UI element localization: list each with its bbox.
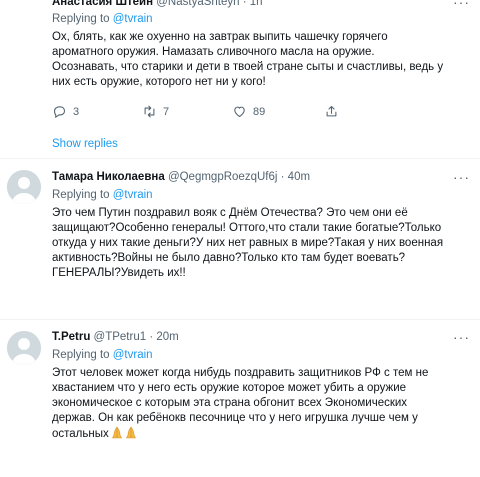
tweet[interactable]: Тамара Николаевна @QegmgpRoezqUf6j · 40m… <box>0 159 480 319</box>
separator-dot: · <box>280 171 285 183</box>
author-name[interactable]: Анастасия Штейн <box>52 0 153 8</box>
default-profile-icon <box>7 331 41 365</box>
tweet-text-line: защищают?Особенно генералы! Оттого,что с… <box>52 222 442 234</box>
avatar[interactable] <box>7 170 41 204</box>
tweet-text-line: ароматного оружия. Намазать сливочного м… <box>52 46 375 58</box>
tweet-text-line: хвастанием что у него есть оружие которо… <box>52 382 407 394</box>
retweet-button[interactable]: 7 <box>142 104 169 119</box>
reply-count: 3 <box>73 105 80 118</box>
tweet-header: Тамара Николаевна @QegmgpRoezqUf6j · 40m <box>52 171 310 183</box>
tweet-text-line: Этот человек может когда нибудь поздрави… <box>52 367 429 379</box>
retweet-icon <box>144 105 155 118</box>
share-button[interactable] <box>324 104 345 119</box>
tweet-text-line: ГЕНЕРАЛЫ?Увидеть их!! <box>52 267 186 279</box>
author-handle[interactable]: @NastyaShteyn <box>156 0 239 8</box>
reply-button[interactable]: 3 <box>52 104 79 119</box>
replying-prefix: Replying to <box>52 189 110 201</box>
tweet-text-tail: остальных <box>52 428 109 440</box>
tweet[interactable]: Анастасия Штейн @NastyaShteyn · 1h ··· R… <box>0 0 480 158</box>
separator-dot: · <box>149 331 154 343</box>
tweet-header: T.Petru @TPetru1 · 20m <box>52 331 179 343</box>
replying-prefix: Replying to <box>52 349 110 361</box>
tweet-text: Это чем Путин поздравил вояк с Днём Отеч… <box>52 206 472 281</box>
avatar[interactable] <box>7 331 41 365</box>
tweet-text-line: откуда у них такие деньги?У них нет равн… <box>52 237 444 249</box>
like-button[interactable]: 89 <box>232 104 265 119</box>
replying-to: Replying to @tvrain <box>52 349 153 361</box>
default-profile-icon <box>7 170 41 204</box>
replying-to: Replying to @tvrain <box>52 13 153 25</box>
tweet[interactable]: T.Petru @TPetru1 · 20m ··· Replying to @… <box>0 320 480 477</box>
more-options-icon[interactable]: ··· <box>453 329 470 345</box>
like-count: 89 <box>253 105 266 118</box>
replying-mention-link[interactable]: @tvrain <box>113 13 153 25</box>
author-handle[interactable]: @QegmgpRoezqUf6j <box>168 171 277 183</box>
tweet-text-line: экономическое с которым эта страна обгон… <box>52 397 408 409</box>
tweet-text: Ох, блять, как же охуенно на завтрак вып… <box>52 30 472 90</box>
retweet-count: 7 <box>163 105 170 118</box>
more-options-icon[interactable]: ··· <box>453 0 470 10</box>
author-name[interactable]: T.Petru <box>52 331 90 343</box>
tweet-text-line: держав. Он как ребёнокв песочнице что у … <box>52 412 418 424</box>
tweet-text: Этот человек может когда нибудь поздрави… <box>52 366 472 442</box>
tweet-text-line: них есть оружие, которого нет ни у кого! <box>52 76 266 88</box>
replying-to: Replying to @tvrain <box>52 189 153 201</box>
tweet-time[interactable]: 40m <box>288 171 310 183</box>
tweet-text-line: Это чем Путин поздравил вояк с Днём Отеч… <box>52 207 408 219</box>
heart-icon <box>234 106 245 118</box>
reply-icon <box>53 106 66 119</box>
replying-prefix: Replying to <box>52 13 110 25</box>
separator-dot: · <box>242 0 247 8</box>
author-handle[interactable]: @TPetru1 <box>94 331 147 343</box>
tweet-text-line: активность?Войны не было давно?Только кт… <box>52 252 406 264</box>
author-name[interactable]: Тамара Николаевна <box>52 171 165 183</box>
replying-mention-link[interactable]: @tvrain <box>113 349 153 361</box>
tweet-time[interactable]: 1h <box>250 0 263 8</box>
more-options-icon[interactable]: ··· <box>453 169 470 185</box>
tweet-actions: 3 7 89 <box>52 104 412 122</box>
share-icon <box>326 105 337 117</box>
praying-emoji-icon <box>111 426 122 439</box>
tweet-text-line: Ох, блять, как же охуенно на завтрак вып… <box>52 31 388 43</box>
praying-emoji-icon <box>125 426 136 439</box>
show-replies-link[interactable]: Show replies <box>52 138 118 150</box>
tweet-text-line: Осознавать, что старики и дети в твоей с… <box>52 61 444 73</box>
tweet-time[interactable]: 20m <box>156 331 178 343</box>
tweet-text-line-last: остальных <box>52 426 472 442</box>
replying-mention-link[interactable]: @tvrain <box>113 189 153 201</box>
tweet-header: Анастасия Штейн @NastyaShteyn · 1h <box>52 0 263 8</box>
